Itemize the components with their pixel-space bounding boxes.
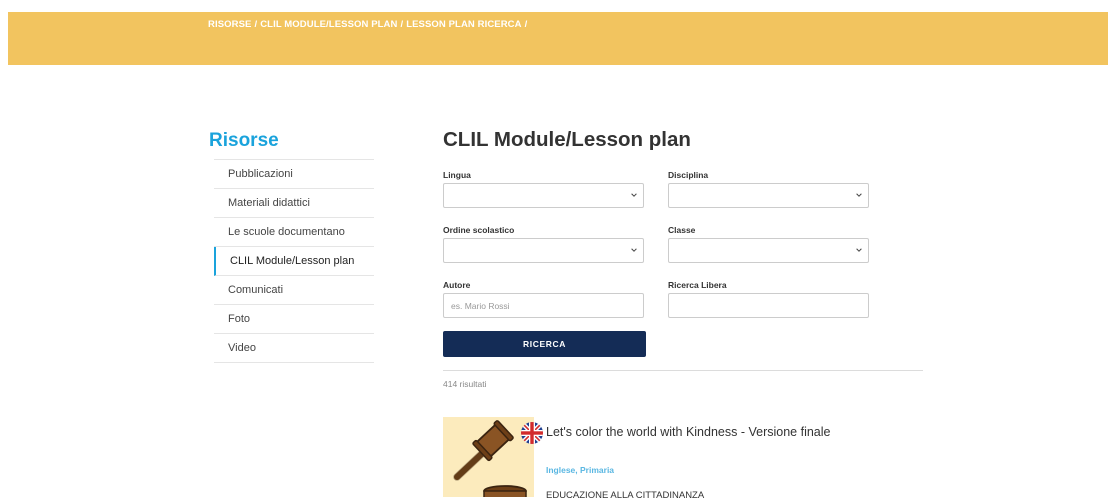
classe-select[interactable] — [668, 238, 869, 263]
sidebar-item-clil-module[interactable]: CLIL Module/Lesson plan — [214, 247, 374, 276]
result-tags: Inglese, Primaria — [546, 465, 615, 475]
header-banner: RISORSE / CLIL MODULE/LESSON PLAN / LESSON P… — [8, 12, 1108, 65]
disciplina-select[interactable] — [668, 183, 869, 208]
results-count: 414 risultati — [443, 379, 487, 389]
chevron-down-icon — [631, 193, 637, 197]
ricerca-libera-field-wrapper — [668, 293, 869, 318]
autore-input[interactable] — [444, 294, 643, 317]
breadcrumb-item-lesson-plan-ricerca[interactable]: LESSON PLAN RICERCA — [406, 19, 521, 30]
result-subject: EDUCAZIONE ALLA CITTADINANZA — [546, 490, 705, 501]
sidebar-item-le-scuole-documentano[interactable]: Le scuole documentano — [214, 218, 374, 247]
sidebar-item-pubblicazioni[interactable]: Pubblicazioni — [214, 160, 374, 189]
sidebar-item-video[interactable]: Video — [214, 334, 374, 363]
autore-label: Autore — [443, 280, 471, 290]
gavel-icon — [453, 420, 527, 497]
sidebar-menu: Pubblicazioni Materiali didattici Le scu… — [214, 159, 374, 363]
breadcrumb-separator: / — [254, 19, 258, 30]
breadcrumb-separator: / — [524, 19, 528, 30]
lingua-label: Lingua — [443, 170, 471, 180]
sidebar-item-foto[interactable]: Foto — [214, 305, 374, 334]
results-divider — [443, 370, 923, 371]
classe-label: Classe — [668, 225, 696, 235]
page-title: CLIL Module/Lesson plan — [443, 128, 691, 151]
ricerca-libera-input[interactable] — [669, 294, 868, 317]
ricerca-libera-label: Ricerca Libera — [668, 280, 727, 290]
sidebar-item-comunicati[interactable]: Comunicati — [214, 276, 374, 305]
disciplina-label: Disciplina — [668, 170, 709, 180]
uk-flag-icon — [521, 422, 543, 444]
ricerca-button[interactable]: RICERCA — [443, 331, 646, 357]
sidebar-item-materiali-didattici[interactable]: Materiali didattici — [214, 189, 374, 218]
breadcrumb: RISORSE / CLIL MODULE/LESSON PLAN / LESSON P… — [208, 19, 530, 30]
breadcrumb-item-clil[interactable]: CLIL MODULE/LESSON PLAN — [260, 19, 397, 30]
ordine-scolastico-label: Ordine scolastico — [443, 225, 515, 235]
autore-field-wrapper — [443, 293, 644, 318]
result-thumbnail[interactable] — [443, 417, 534, 497]
result-title[interactable]: Let's color the world with Kindness - Ve… — [546, 425, 830, 439]
chevron-down-icon — [631, 248, 637, 252]
breadcrumb-item-risorse[interactable]: RISORSE — [208, 19, 251, 30]
chevron-down-icon — [856, 248, 862, 252]
lingua-select[interactable] — [443, 183, 644, 208]
sidebar-title: Risorse — [209, 130, 279, 151]
ordine-scolastico-select[interactable] — [443, 238, 644, 263]
chevron-down-icon — [856, 193, 862, 197]
breadcrumb-separator: / — [400, 19, 404, 30]
